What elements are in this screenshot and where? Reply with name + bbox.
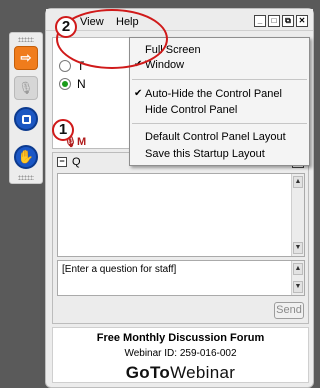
raise-hand-button[interactable]: ✋ [14, 145, 38, 169]
popout-button[interactable]: ⧉ [282, 15, 294, 27]
mic-speakers-radio[interactable] [59, 78, 71, 90]
toolbar-strip: ⇨ 🎙 ✋ [9, 32, 43, 184]
restore-button[interactable]: □ [268, 15, 280, 27]
restore-icon: □ [271, 16, 277, 25]
gotowebinar-logo: GoToWebinar [53, 363, 308, 383]
menu-separator [132, 123, 307, 124]
menu-item-save-startup-layout[interactable]: Save this Startup Layout [145, 148, 265, 161]
mic-status-label: M [76, 136, 87, 148]
microphone-icon: 🎙 [18, 81, 34, 95]
microphone-button[interactable]: 🎙 [14, 76, 38, 100]
checkmark-icon: ✔ [134, 88, 143, 99]
questions-log: ▲ ▼ [57, 173, 305, 257]
minimize-button[interactable]: _ [254, 15, 266, 27]
menu-item-window[interactable]: Window [145, 59, 184, 72]
questions-log-scrollbar[interactable]: ▲ ▼ [291, 174, 304, 256]
questions-section: − Q ⧉ ▲ ▼ [Enter a question for staff] ▲… [52, 152, 309, 324]
screen-icon [21, 114, 31, 124]
scroll-up-arrow[interactable]: ▲ [293, 176, 303, 188]
question-input[interactable]: [Enter a question for staff] ▲ ▼ [57, 260, 305, 296]
grip-icon[interactable] [18, 175, 34, 180]
scroll-up-arrow[interactable]: ▲ [293, 263, 303, 275]
collapse-button[interactable]: − [57, 157, 67, 167]
grip-icon[interactable] [18, 37, 34, 42]
mic-speakers-label: N [77, 77, 86, 91]
popout-icon: ⧉ [285, 16, 291, 25]
send-button[interactable]: Send [274, 302, 304, 319]
webinar-id: Webinar ID: 259-016-002 [124, 348, 237, 359]
menu-separator [132, 79, 307, 80]
hand-icon: ✋ [17, 149, 35, 164]
close-icon: ✕ [298, 16, 306, 25]
arrow-icon: ⇨ [20, 50, 32, 65]
screen-sharing-button[interactable] [14, 107, 38, 131]
minus-icon: − [59, 156, 65, 166]
show-panel-arrow-button[interactable]: ⇨ [14, 46, 38, 70]
telephone-radio[interactable] [59, 60, 71, 72]
scroll-down-arrow[interactable]: ▼ [293, 242, 303, 254]
callout-number-1: 1 [52, 119, 74, 141]
questions-title: Q [72, 156, 81, 168]
webinar-footer: Free Monthly Discussion Forum Webinar ID… [52, 327, 309, 383]
callout-number-2: 2 [55, 16, 77, 38]
menu-item-auto-hide[interactable]: Auto-Hide the Control Panel [145, 88, 282, 101]
close-button[interactable]: ✕ [296, 15, 308, 27]
question-input-placeholder: [Enter a question for staff] [62, 264, 177, 275]
menu-item-hide-control-panel[interactable]: Hide Control Panel [145, 104, 237, 117]
logo-bold: GoTo [125, 363, 171, 382]
logo-rest: Webinar [170, 363, 236, 382]
menu-item-default-layout[interactable]: Default Control Panel Layout [145, 131, 286, 144]
minimize-icon: _ [257, 16, 263, 25]
question-input-scrollbar[interactable]: ▲ ▼ [291, 261, 304, 295]
scroll-down-arrow[interactable]: ▼ [293, 281, 303, 293]
window-buttons: _ □ ⧉ ✕ [254, 15, 308, 27]
webinar-title: Free Monthly Discussion Forum [96, 332, 265, 344]
